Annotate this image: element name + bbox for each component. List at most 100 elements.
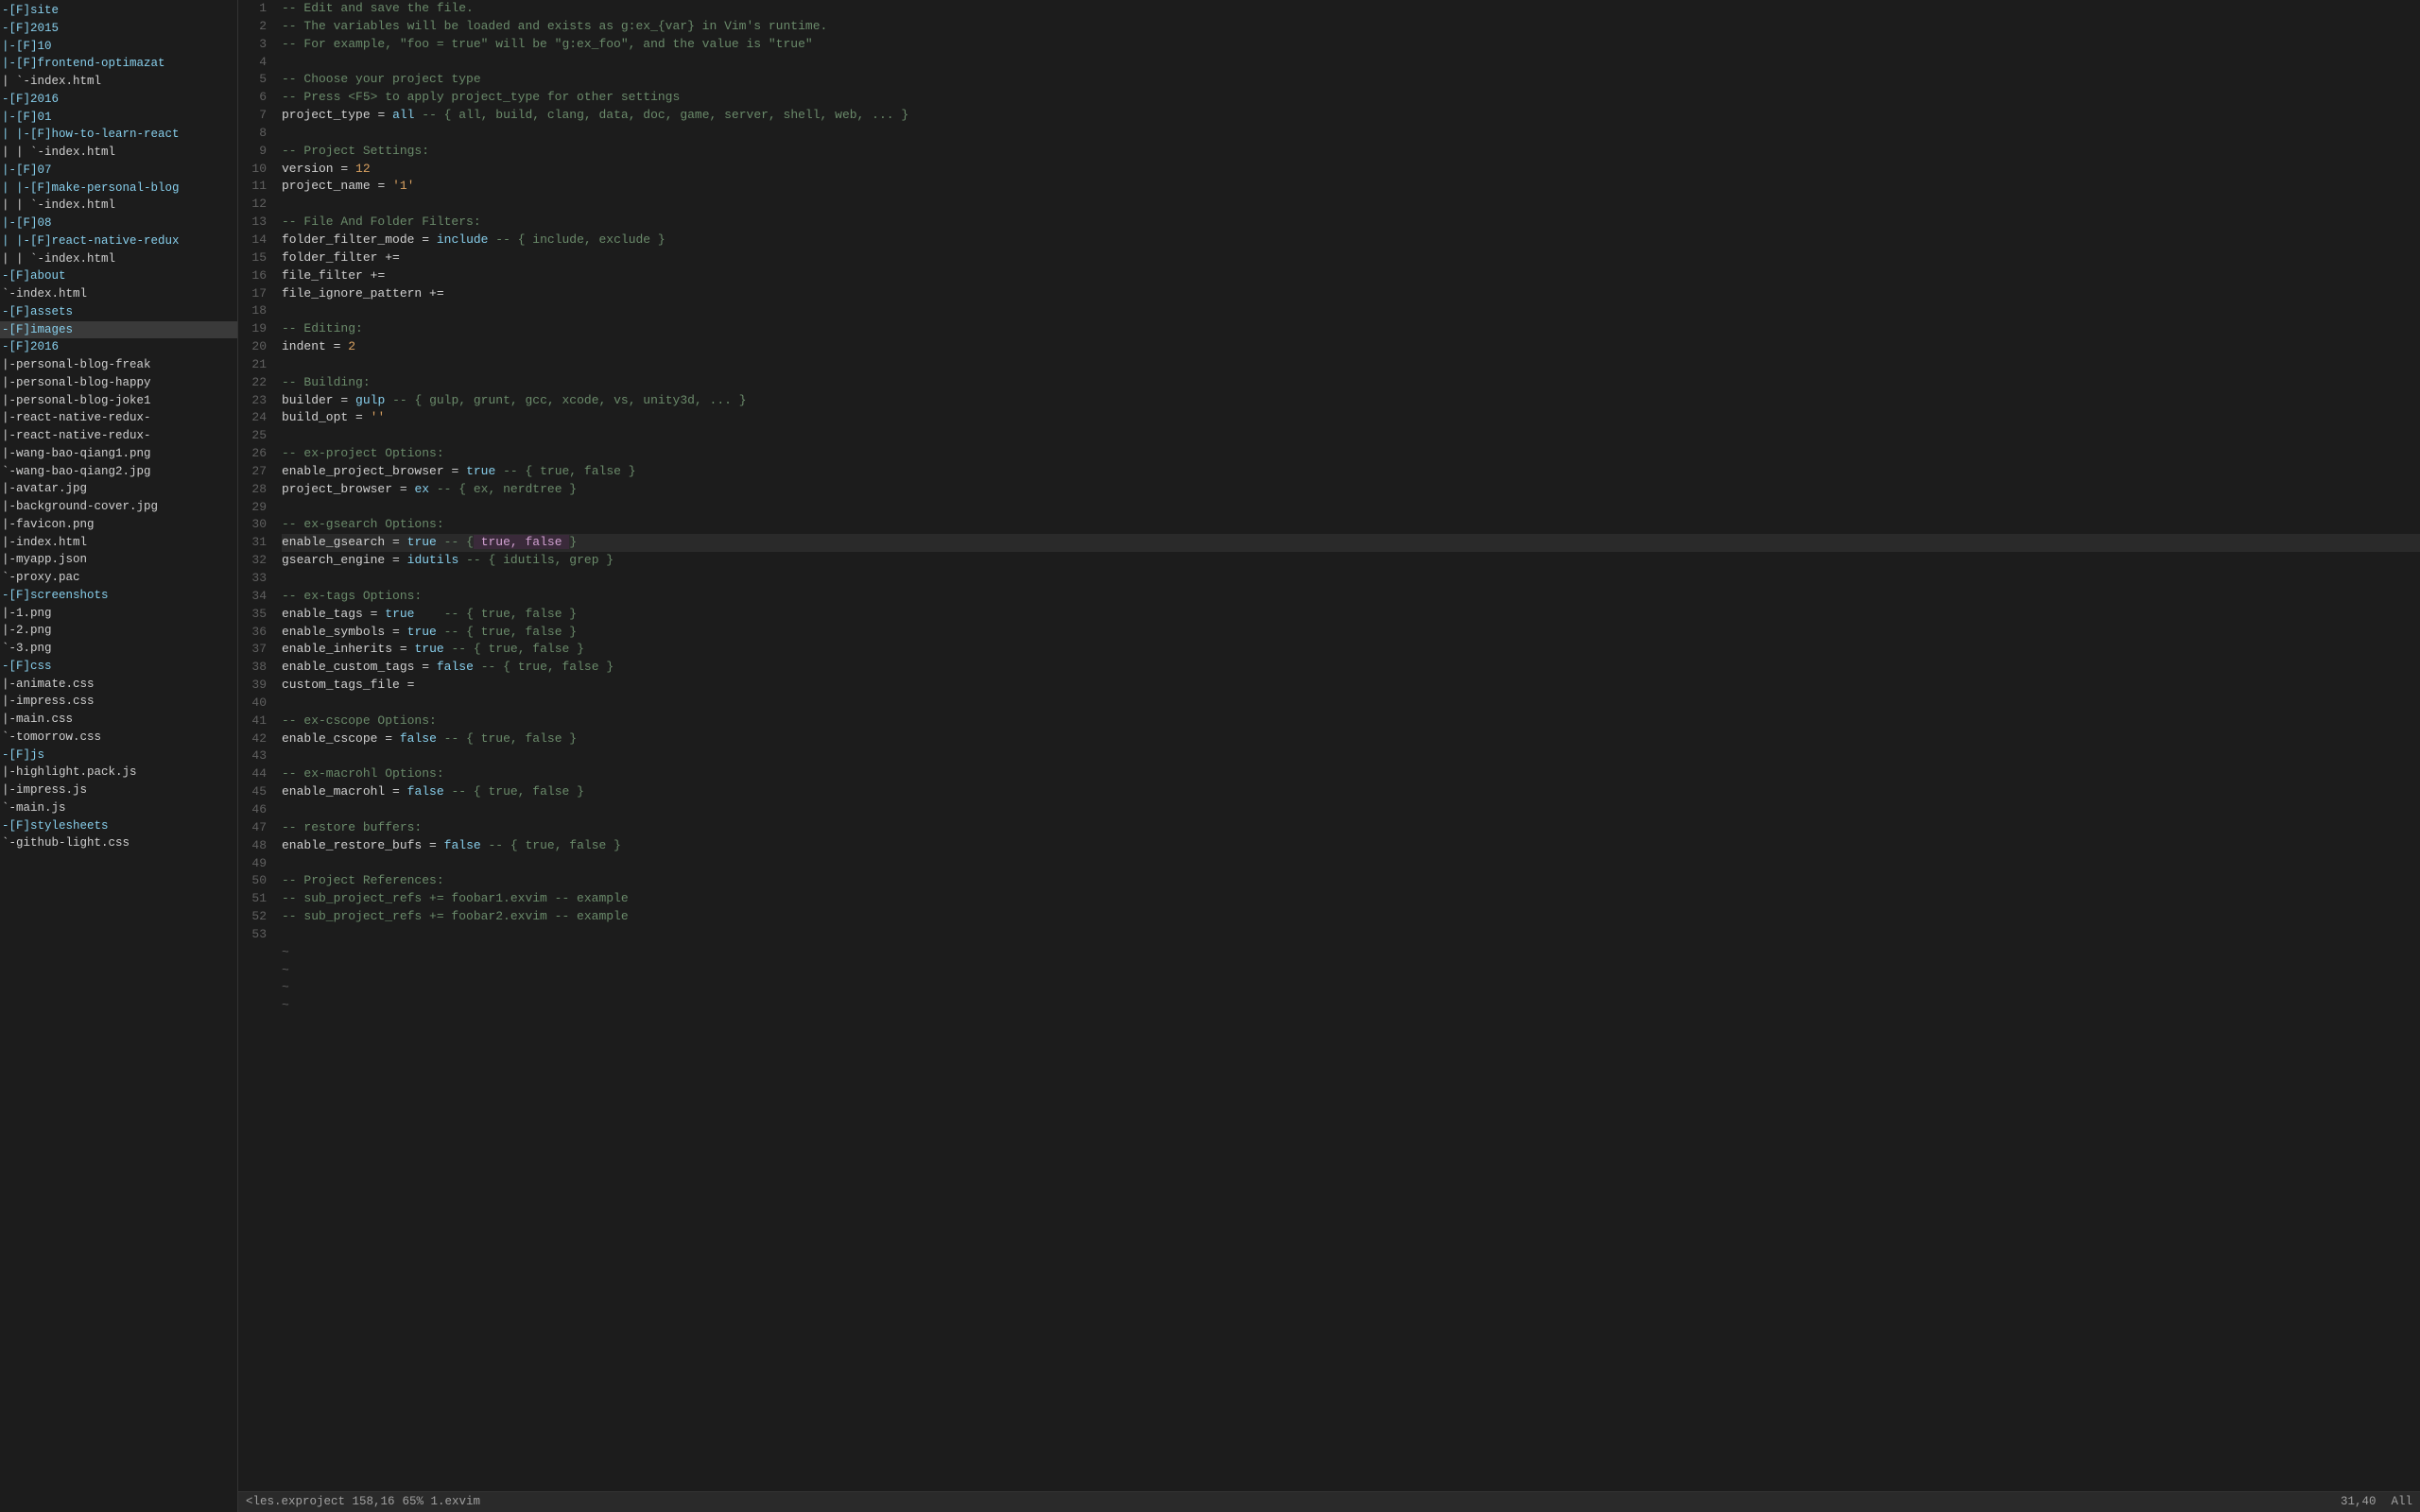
line-num-4: 4 [238, 54, 267, 72]
file-tree[interactable]: -[F]site-[F]2015|-[F]10 |-[F]frontend-op… [0, 0, 238, 1512]
line-num-15: 15 [238, 249, 267, 267]
tree-item-16[interactable]: `-index.html [0, 285, 237, 303]
tree-item-15[interactable]: -[F]about [0, 267, 237, 285]
line-num-6: 6 [238, 89, 267, 107]
tree-item-10[interactable]: | |-[F]make-personal-blog [0, 180, 237, 198]
line-num-11: 11 [238, 178, 267, 196]
tree-item-23[interactable]: |-react-native-redux- [0, 409, 237, 427]
line-num-29: 29 [238, 499, 267, 517]
tree-item-31[interactable]: |-myapp.json [0, 551, 237, 569]
tree-item-43[interactable]: |-highlight.pack.js [0, 764, 237, 782]
code-line-38: enable_custom_tags = false -- { true, fa… [282, 659, 2420, 677]
tree-item-42[interactable]: -[F]js [0, 747, 237, 765]
tree-item-41[interactable]: `-tomorrow.css [0, 729, 237, 747]
code-line-44: -- ex-macrohl Options: [282, 765, 2420, 783]
tree-item-25[interactable]: |-wang-bao-qiang1.png [0, 445, 237, 463]
code-line-40 [282, 695, 2420, 713]
line-num-27: 27 [238, 463, 267, 481]
code-content[interactable]: -- Edit and save the file.-- The variabl… [274, 0, 2420, 1491]
tree-item-8[interactable]: | | `-index.html [0, 144, 237, 162]
code-line-30: -- ex-gsearch Options: [282, 516, 2420, 534]
tree-item-20[interactable]: |-personal-blog-freak [0, 356, 237, 374]
line-num-51: 51 [238, 890, 267, 908]
code-line-35: enable_tags = true -- { true, false } [282, 606, 2420, 624]
code-line-36: enable_symbols = true -- { true, false } [282, 624, 2420, 642]
code-line-51: -- sub_project_refs += foobar1.exvim -- … [282, 890, 2420, 908]
tree-item-21[interactable]: |-personal-blog-happy [0, 374, 237, 392]
code-line-25 [282, 427, 2420, 445]
code-line-27: enable_project_browser = true -- { true,… [282, 463, 2420, 481]
line-num-7: 7 [238, 107, 267, 125]
code-line-24: build_opt = '' [282, 409, 2420, 427]
tree-item-29[interactable]: |-favicon.png [0, 516, 237, 534]
tree-item-9[interactable]: |-[F]07 [0, 162, 237, 180]
code-line-13: -- File And Folder Filters: [282, 214, 2420, 232]
tree-item-40[interactable]: |-main.css [0, 711, 237, 729]
tree-item-34[interactable]: |-1.png [0, 605, 237, 623]
tree-item-24[interactable]: |-react-native-redux- [0, 427, 237, 445]
tree-item-17[interactable]: -[F]assets [0, 303, 237, 321]
code-line-32: gsearch_engine = idutils -- { idutils, g… [282, 552, 2420, 570]
editor-container: -[F]site-[F]2015|-[F]10 |-[F]frontend-op… [0, 0, 2420, 1512]
line-num-44: 44 [238, 765, 267, 783]
tree-item-11[interactable]: | | `-index.html [0, 197, 237, 215]
tree-item-0[interactable]: -[F]site [0, 2, 237, 20]
tree-item-32[interactable]: `-proxy.pac [0, 569, 237, 587]
tree-item-46[interactable]: -[F]stylesheets [0, 817, 237, 835]
code-line-12 [282, 196, 2420, 214]
tree-item-35[interactable]: |-2.png [0, 622, 237, 640]
tree-item-6[interactable]: |-[F]01 [0, 109, 237, 127]
tree-item-36[interactable]: `-3.png [0, 640, 237, 658]
tilde-line-0: ~ [282, 944, 2420, 962]
line-num-13: 13 [238, 214, 267, 232]
code-line-43 [282, 747, 2420, 765]
line-num-26: 26 [238, 445, 267, 463]
line-num-46: 46 [238, 801, 267, 819]
code-line-29 [282, 499, 2420, 517]
tree-item-38[interactable]: |-animate.css [0, 676, 237, 694]
tree-item-13[interactable]: | |-[F]react-native-redux [0, 232, 237, 250]
code-line-18 [282, 302, 2420, 320]
code-line-1: -- Edit and save the file. [282, 0, 2420, 18]
tree-item-14[interactable]: | | `-index.html [0, 250, 237, 268]
tree-item-30[interactable]: |-index.html [0, 534, 237, 552]
tree-item-27[interactable]: |-avatar.jpg [0, 480, 237, 498]
status-mode: All [2391, 1493, 2412, 1510]
tree-item-45[interactable]: `-main.js [0, 799, 237, 817]
code-line-49 [282, 855, 2420, 873]
line-num-1: 1 [238, 0, 267, 18]
tree-item-5[interactable]: -[F]2016 [0, 91, 237, 109]
code-line-9: -- Project Settings: [282, 143, 2420, 161]
code-line-10: version = 12 [282, 161, 2420, 179]
code-line-15: folder_filter += [282, 249, 2420, 267]
line-num-32: 32 [238, 552, 267, 570]
code-line-21 [282, 356, 2420, 374]
status-bar: <les.exproject 158,16 65% 1.exvim 31,40 … [238, 1491, 2420, 1512]
tilde-line-1: ~ [282, 962, 2420, 980]
tree-item-3[interactable]: |-[F]frontend-optimazat [0, 55, 237, 73]
line-num-39: 39 [238, 677, 267, 695]
tree-item-44[interactable]: |-impress.js [0, 782, 237, 799]
tree-item-39[interactable]: |-impress.css [0, 693, 237, 711]
line-num-25: 25 [238, 427, 267, 445]
tree-item-28[interactable]: |-background-cover.jpg [0, 498, 237, 516]
tree-item-33[interactable]: -[F]screenshots [0, 587, 237, 605]
code-line-20: indent = 2 [282, 338, 2420, 356]
code-line-34: -- ex-tags Options: [282, 588, 2420, 606]
line-num-52: 52 [238, 908, 267, 926]
tree-item-12[interactable]: |-[F]08 [0, 215, 237, 232]
tree-item-1[interactable]: -[F]2015 [0, 20, 237, 38]
tree-item-47[interactable]: `-github-light.css [0, 834, 237, 852]
code-line-28: project_browser = ex -- { ex, nerdtree } [282, 481, 2420, 499]
tree-item-4[interactable]: | `-index.html [0, 73, 237, 91]
tree-item-18[interactable]: -[F]images [0, 321, 237, 339]
tree-item-26[interactable]: `-wang-bao-qiang2.jpg [0, 463, 237, 481]
tree-item-7[interactable]: | |-[F]how-to-learn-react [0, 126, 237, 144]
code-line-23: builder = gulp -- { gulp, grunt, gcc, xc… [282, 392, 2420, 410]
tree-item-19[interactable]: -[F]2016 [0, 338, 237, 356]
line-num-47: 47 [238, 819, 267, 837]
tree-item-2[interactable]: |-[F]10 [0, 38, 237, 56]
tree-item-22[interactable]: |-personal-blog-joke1 [0, 392, 237, 410]
line-num-48: 48 [238, 837, 267, 855]
tree-item-37[interactable]: -[F]css [0, 658, 237, 676]
